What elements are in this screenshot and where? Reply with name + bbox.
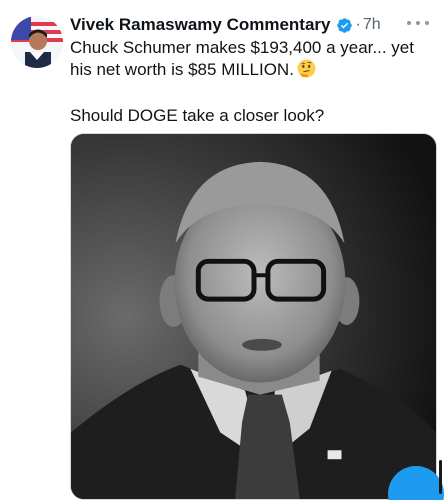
tweet-text: Chuck Schumer makes $193,400 a year... y… bbox=[70, 37, 440, 127]
more-options-icon[interactable] bbox=[407, 17, 429, 29]
photo-portrait-image bbox=[71, 134, 436, 499]
tweet-header: Vivek Ramaswamy Commentary · 7h bbox=[70, 13, 437, 37]
tweet-text-line-2: Should DOGE take a closer look? bbox=[70, 106, 325, 125]
verified-badge-icon bbox=[336, 17, 352, 33]
scrollbar[interactable] bbox=[439, 460, 442, 494]
avatar-image bbox=[11, 16, 63, 68]
author-name[interactable]: Vivek Ramaswamy Commentary bbox=[70, 15, 331, 35]
thinking-face-emoji-icon bbox=[297, 59, 316, 78]
tweet-photo[interactable] bbox=[70, 133, 437, 500]
avatar[interactable] bbox=[11, 16, 63, 68]
separator-dot: · bbox=[355, 16, 361, 33]
timestamp[interactable]: 7h bbox=[363, 16, 381, 34]
tweet[interactable]: Vivek Ramaswamy Commentary · 7h Chuck Sc… bbox=[0, 0, 447, 500]
tweet-text-line-1: Chuck Schumer makes $193,400 a year... y… bbox=[70, 38, 414, 79]
